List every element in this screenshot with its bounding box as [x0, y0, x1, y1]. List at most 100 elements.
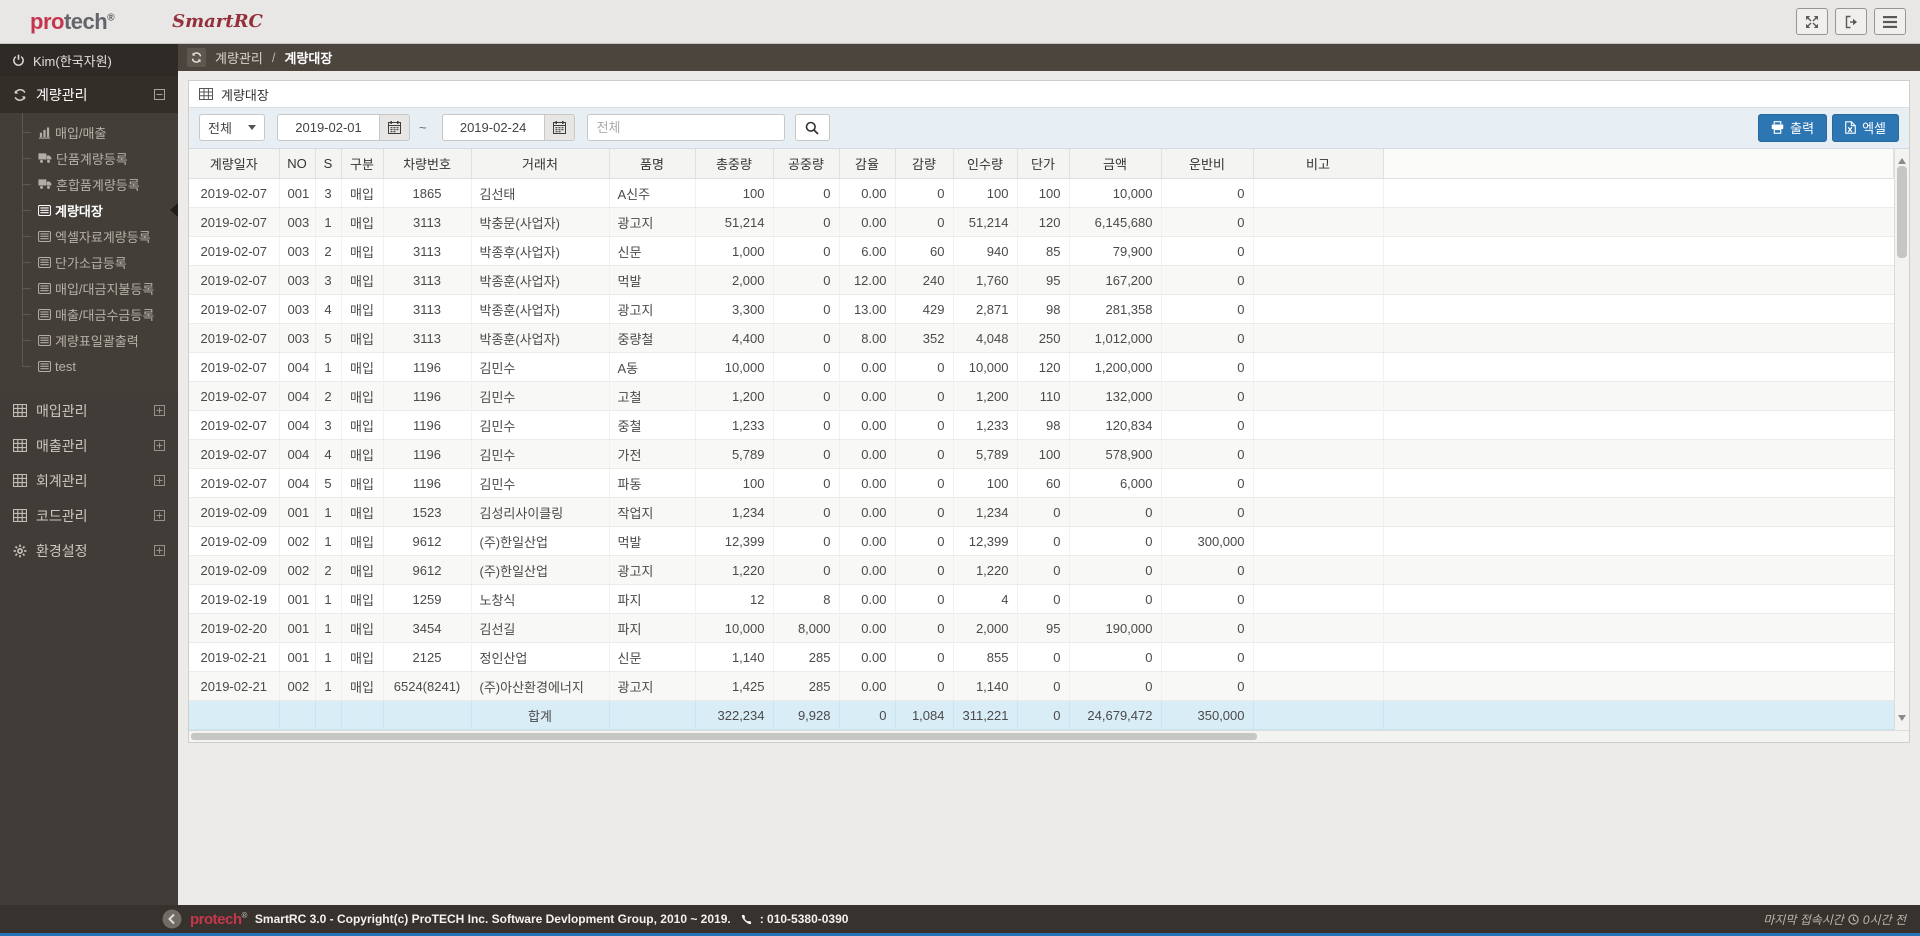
table-row[interactable]: 2019-02-07 003 2 매입 3113 박종후(사업자) 신문 1,000 0 6.00…	[189, 236, 1894, 267]
calendar-from-button[interactable]	[379, 114, 410, 142]
expand-plus-icon[interactable]	[154, 440, 165, 451]
expand-plus-icon[interactable]	[154, 510, 165, 521]
table-row[interactable]: 2019-02-07 001 3 매입 1865 김선태 A신주 100 0 0.00 0 100 10…	[189, 178, 1894, 209]
column-header[interactable]: 감량	[894, 148, 954, 180]
table-row[interactable]: 2019-02-07 003 1 매입 3113 박충문(사업자) 광고지 51,214 0 0.…	[189, 207, 1894, 238]
cell: 100	[695, 468, 774, 499]
sidebar-item[interactable]: test	[0, 353, 178, 379]
grid-icon	[13, 404, 27, 417]
column-header[interactable]: 비고	[1252, 148, 1384, 180]
user-info[interactable]: Kim(한국자원)	[0, 44, 178, 76]
table-row[interactable]: 2019-02-09 002 2 매입 9612 (주)한일산업 광고지 1,220 0 0.00…	[189, 555, 1894, 586]
filler-column	[1382, 148, 1894, 180]
collapse-minus-icon[interactable]	[154, 89, 165, 100]
table-row[interactable]: 2019-02-07 003 5 매입 3113 박종훈(사업자) 중량철 4,400 0 8.0…	[189, 323, 1894, 354]
cell: 1196	[383, 381, 472, 412]
cell: 003	[279, 207, 316, 238]
cell	[1253, 352, 1384, 383]
search-input[interactable]	[586, 114, 785, 142]
search-button[interactable]	[794, 114, 830, 142]
category-select[interactable]: 전체	[199, 114, 265, 142]
sidebar-section[interactable]: 매입관리	[0, 393, 178, 428]
cell: 먹발	[609, 526, 696, 557]
column-header[interactable]: 운반비	[1160, 148, 1254, 180]
logout-button[interactable]	[1835, 8, 1867, 35]
vertical-scroll-thumb[interactable]	[1897, 165, 1907, 258]
sidebar-item[interactable]: 계량표일괄출력	[0, 327, 178, 353]
sidebar-item[interactable]: 매입/매출	[0, 119, 178, 145]
sidebar-section[interactable]: 코드관리	[0, 498, 178, 533]
refresh-icon[interactable]	[187, 48, 206, 67]
print-button[interactable]: 출력	[1758, 113, 1828, 142]
sidebar-item[interactable]: 단가소급등록	[0, 249, 178, 275]
cell: 100	[1017, 439, 1070, 470]
sidebar-section[interactable]: 매출관리	[0, 428, 178, 463]
excel-button[interactable]: 엑셀	[1832, 113, 1899, 142]
expand-plus-icon[interactable]	[154, 405, 165, 416]
sidebar-section[interactable]: 회계관리	[0, 463, 178, 498]
sidebar-item[interactable]: 계량대장	[0, 197, 178, 223]
table-row[interactable]: 2019-02-07 004 2 매입 1196 김민수 고철 1,200 0 0.00 0 1,20…	[189, 381, 1894, 412]
calendar-to-button[interactable]	[543, 114, 575, 142]
cell: 0	[1161, 584, 1254, 615]
cell: 98	[1017, 294, 1070, 325]
sidebar-item[interactable]: 혼합품계량등록	[0, 171, 178, 197]
column-header[interactable]: 단가	[1016, 148, 1070, 180]
vertical-scrollbar[interactable]	[1894, 148, 1909, 731]
sidebar-item[interactable]: 단품계량등록	[0, 145, 178, 171]
column-header[interactable]: 품명	[608, 148, 696, 180]
scroll-down-arrow-icon[interactable]	[1898, 715, 1906, 725]
sidebar-group-weighing[interactable]: 계량관리	[0, 76, 178, 113]
table-row[interactable]: 2019-02-07 003 4 매입 3113 박종훈(사업자) 광고지 3,300 0 13.…	[189, 294, 1894, 325]
column-header[interactable]: NO	[278, 148, 316, 180]
table-row[interactable]: 2019-02-07 004 3 매입 1196 김민수 중철 1,233 0 0.00 0 1,23…	[189, 410, 1894, 441]
sidebar-item[interactable]: 엑셀자료계량등록	[0, 223, 178, 249]
fullscreen-button[interactable]	[1796, 8, 1828, 35]
column-header[interactable]: 계량일자	[189, 148, 280, 180]
cell	[1253, 410, 1384, 441]
column-header[interactable]: 금액	[1068, 148, 1162, 180]
cell: 파지	[609, 613, 696, 644]
column-header[interactable]: 감율	[838, 148, 896, 180]
table-row[interactable]: 2019-02-21 002 1 매입 6524(8241) (주)아산환경에너지 광고지 1…	[189, 671, 1894, 702]
cell: 0	[895, 671, 954, 702]
table-row[interactable]: 2019-02-07 004 1 매입 1196 김민수 A동 10,000 0 0.00 0 10,…	[189, 352, 1894, 383]
column-header[interactable]: 총중량	[694, 148, 774, 180]
column-header[interactable]: 차량번호	[382, 148, 472, 180]
sidebar-item-label: 계량대장	[55, 203, 103, 219]
sidebar-item[interactable]: 매출/대금수금등록	[0, 301, 178, 327]
table-row[interactable]: 2019-02-19 001 1 매입 1259 노창식 파지 12 8 0.00 0 4 0 0 0	[189, 584, 1894, 615]
date-from-input[interactable]	[277, 114, 379, 142]
sidebar-item[interactable]: 매입/대금지불등록	[0, 275, 178, 301]
cell: 2,871	[953, 294, 1018, 325]
column-header[interactable]: 인수량	[952, 148, 1018, 180]
table-row[interactable]: 2019-02-09 002 1 매입 9612 (주)한일산업 먹발 12,399 0 0.00…	[189, 526, 1894, 557]
horizontal-scrollbar[interactable]	[189, 730, 1909, 742]
table-row[interactable]: 2019-02-07 003 3 매입 3113 박종훈(사업자) 먹발 2,000 0 12.0…	[189, 265, 1894, 296]
cell: 매입	[341, 410, 384, 441]
table-row[interactable]: 2019-02-21 001 1 매입 2125 정인산업 신문 1,140 285 0.00 0 8…	[189, 642, 1894, 673]
column-header[interactable]: S	[314, 148, 342, 180]
sidebar-section[interactable]: 환경설정	[0, 533, 178, 568]
column-header[interactable]: 공중량	[772, 148, 840, 180]
cell: 1	[315, 497, 342, 528]
table-row[interactable]: 2019-02-07 004 4 매입 1196 김민수 가전 5,789 0 0.00 0 5,78…	[189, 439, 1894, 470]
expand-plus-icon[interactable]	[154, 475, 165, 486]
table-row[interactable]: 2019-02-20 001 1 매입 3454 김선길 파지 10,000 8,000 0.00…	[189, 613, 1894, 644]
expand-plus-icon[interactable]	[154, 545, 165, 556]
horizontal-scroll-thumb[interactable]	[191, 733, 1258, 741]
scroll-up-arrow-icon[interactable]	[1898, 154, 1906, 164]
table-row[interactable]: 2019-02-09 001 1 매입 1523 김성리사이클링 작업지 1,234 0 0.00…	[189, 497, 1894, 528]
cell: 60	[895, 236, 954, 267]
column-header[interactable]: 구분	[340, 148, 384, 180]
date-to-input[interactable]	[441, 114, 544, 142]
column-header[interactable]: 거래처	[470, 148, 610, 180]
back-icon[interactable]	[162, 909, 182, 929]
footer-phone: : 010-5380-0390	[759, 912, 849, 926]
table-row[interactable]: 2019-02-07 004 5 매입 1196 김민수 파동 100 0 0.00 0 100 60 6…	[189, 468, 1894, 499]
cell: 매입	[341, 671, 384, 702]
breadcrumb-section[interactable]: 계량관리	[215, 48, 263, 67]
menu-button[interactable]	[1874, 8, 1906, 35]
cell: 5	[315, 468, 342, 499]
cell: 0	[1161, 352, 1254, 383]
